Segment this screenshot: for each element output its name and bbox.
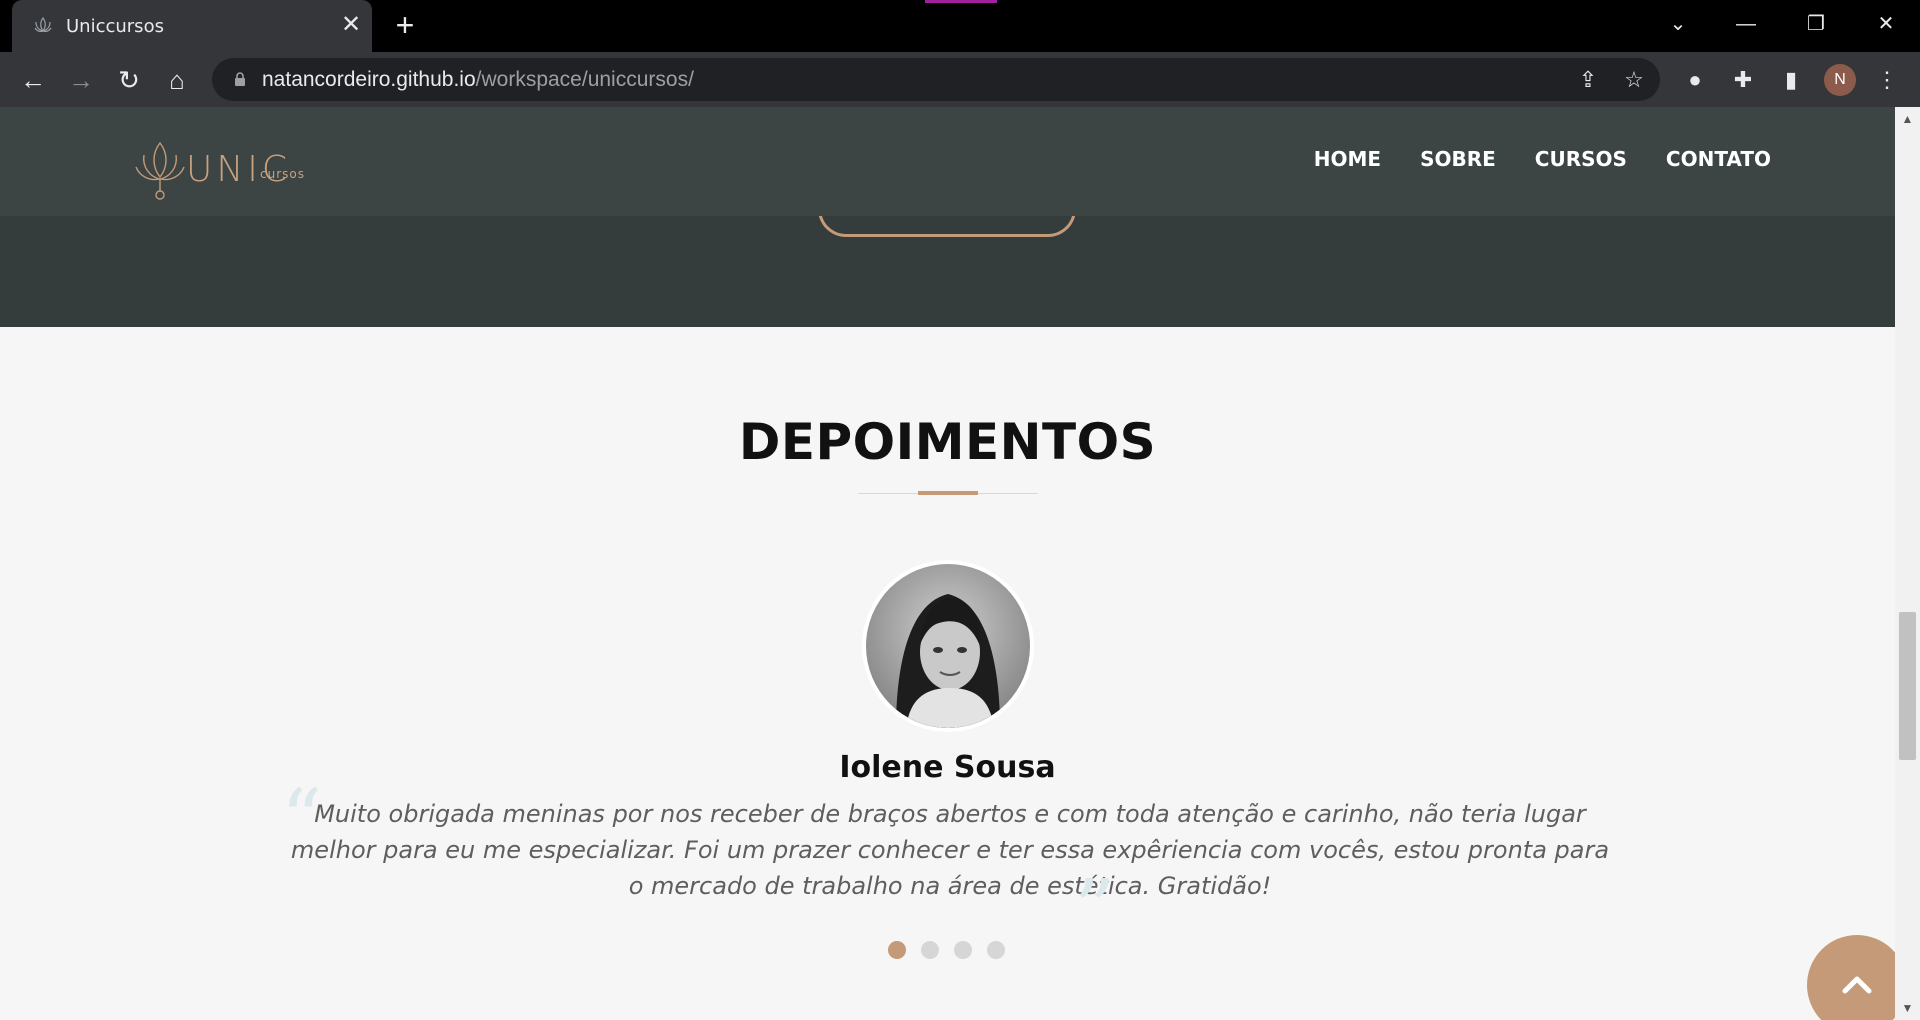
site-header: UNIC cursos HOME SOBRE CURSOS CONTATO	[0, 107, 1895, 216]
browser-tab[interactable]: Uniccursos ✕	[12, 0, 372, 52]
forward-arrow-icon[interactable]: →	[63, 62, 99, 98]
back-to-top-button[interactable]	[1807, 935, 1907, 1020]
carousel-dot[interactable]	[954, 941, 972, 959]
reload-icon[interactable]: ↻	[111, 62, 147, 98]
menu-kebab-icon[interactable]: ⋮	[1872, 65, 1902, 95]
carousel-dot[interactable]	[987, 941, 1005, 959]
restore-icon[interactable]: ❐	[1788, 6, 1844, 42]
site-logo[interactable]: UNIC cursos	[132, 137, 312, 207]
section-title: DEPOIMENTOS	[738, 413, 1157, 471]
url-host: natancordeiro.github.io	[262, 68, 476, 91]
close-quote-icon: ”	[1074, 862, 1115, 955]
scroll-up-icon[interactable]: ▲	[1895, 107, 1920, 131]
url-path: /workspace/uniccursos/	[475, 68, 694, 91]
carousel-dot[interactable]	[921, 941, 939, 959]
main-nav: HOME SOBRE CURSOS CONTATO	[1314, 147, 1771, 171]
scrollbar-thumb[interactable]	[1899, 612, 1916, 760]
nav-cursos[interactable]: CURSOS	[1535, 147, 1627, 171]
page-scrollbar[interactable]: ▲ ▼	[1895, 107, 1920, 1020]
address-bar[interactable]: natancordeiro.github.io/workspace/uniccu…	[212, 58, 1660, 101]
carousel-dots	[888, 941, 1005, 959]
chevron-up-icon	[1842, 976, 1872, 994]
nav-contato[interactable]: CONTATO	[1666, 147, 1771, 171]
browser-toolbar: ← → ↻ ⌂ natancordeiro.github.io/workspac…	[0, 52, 1920, 107]
new-tab-button[interactable]: +	[390, 9, 420, 41]
lotus-logo-icon	[135, 141, 185, 200]
browser-chrome: Uniccursos ✕ + ⌄ — ❐ ✕ ← → ↻ ⌂ natancord…	[0, 0, 1920, 107]
star-icon[interactable]: ☆	[1620, 66, 1648, 94]
testimonial-quote: Muito obrigada meninas por nos receber d…	[290, 800, 1610, 900]
person-portrait-image	[866, 564, 1030, 728]
url-text: natancordeiro.github.io/workspace/uniccu…	[262, 68, 694, 92]
avatar	[866, 564, 1030, 728]
page-viewport: UNIC cursos HOME SOBRE CURSOS CONTATO DE…	[0, 107, 1920, 1020]
profile-avatar[interactable]: N	[1824, 64, 1856, 96]
title-divider-accent	[918, 491, 978, 495]
puzzle-icon[interactable]: ✚	[1728, 65, 1758, 95]
scroll-down-icon[interactable]: ▼	[1895, 996, 1920, 1020]
tab-strip: Uniccursos ✕ + ⌄ — ❐ ✕	[0, 0, 1920, 52]
lock-icon	[235, 72, 245, 86]
back-arrow-icon[interactable]: ←	[15, 62, 51, 98]
tab-search-icon[interactable]: ⌄	[1650, 6, 1706, 42]
extension-icon[interactable]: ●	[1680, 65, 1710, 95]
lotus-favicon-icon	[34, 16, 52, 33]
nav-home[interactable]: HOME	[1314, 147, 1381, 171]
share-icon[interactable]: ⇪	[1574, 66, 1602, 94]
close-tab-icon[interactable]: ✕	[338, 12, 364, 38]
minimize-icon[interactable]: —	[1718, 6, 1774, 42]
tab-title: Uniccursos	[66, 16, 164, 37]
home-icon[interactable]: ⌂	[159, 62, 195, 98]
logo-subtext: cursos	[260, 167, 305, 181]
close-window-icon[interactable]: ✕	[1858, 6, 1914, 42]
nav-sobre[interactable]: SOBRE	[1420, 147, 1496, 171]
testimonial-photo	[862, 560, 1034, 732]
carousel-dot[interactable]	[888, 941, 906, 959]
tab-strip-accent	[925, 0, 997, 3]
side-panel-icon[interactable]: ▮	[1776, 65, 1806, 95]
